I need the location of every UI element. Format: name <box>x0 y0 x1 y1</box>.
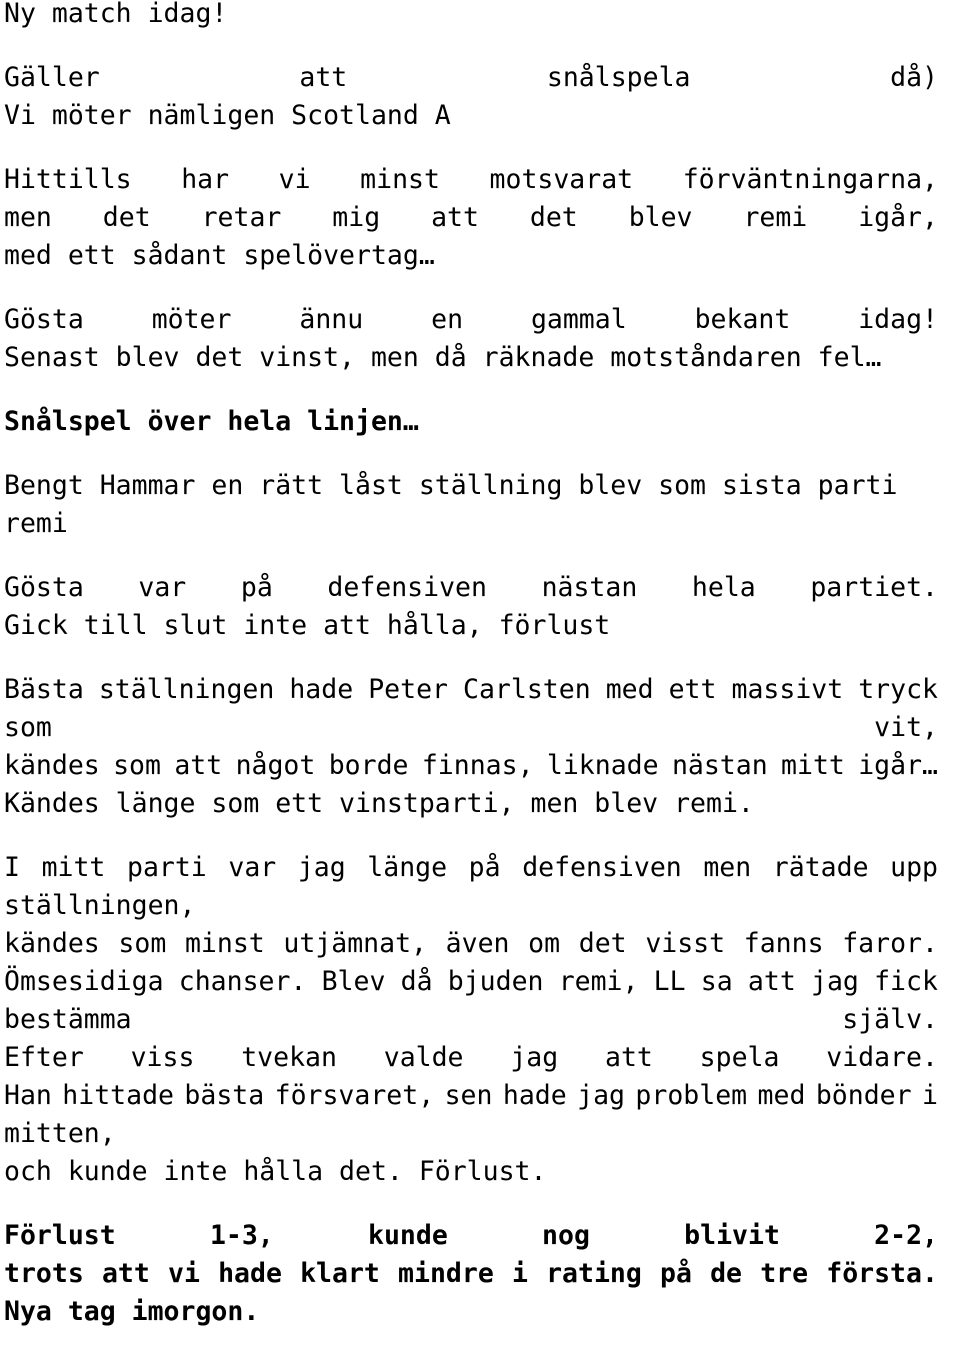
paragraph-b1: Ny match idag! <box>4 0 938 33</box>
paragraph-b10: Förlust 1-3, kunde nog blivit 2-2, trots att vi h… <box>4 1217 938 1331</box>
text-line: med ett sådant spelövertag… <box>4 240 435 271</box>
text-line: Vi möter nämligen Scotland A <box>4 100 451 131</box>
paragraph-b3: Hittills har vi minst motsvarat förväntningar… <box>4 161 938 275</box>
text-line: Bengt Hammar en rätt låst ställning blev… <box>4 470 898 539</box>
text-line: Han hittade bästa försvaret, sen hade jag probl… <box>4 1080 938 1111</box>
paragraph-b2: Gäller att snålspela då) Vi möter nämligen S… <box>4 59 938 135</box>
paragraph-b8: Bästa ställningen hade Peter Carlsten med ett m… <box>4 671 938 823</box>
text-line: Imitt parti var jag länge på defensiven men räta… <box>4 852 938 883</box>
text-line: Senast blev det vinst, men då räknade mo… <box>4 342 882 373</box>
text-line: Hittills har vi minst motsvarat förväntningar… <box>4 164 938 195</box>
text-line: bestämma själv. <box>4 1004 938 1035</box>
text-line: Gäller att snålspela då) <box>4 62 938 93</box>
text-line: kändes som att något borde finnas, liknade näst… <box>4 750 938 781</box>
text-line: Förlust 1-3, kunde nog blivit 2-2, <box>4 1220 938 1251</box>
text-line: Gick till slut inte att hålla, förlust <box>4 610 611 641</box>
paragraph-b9: Imitt parti var jag länge på defensiven men räta… <box>4 849 938 1191</box>
text-line: Gösta var på defensiven nästan hela partiet. <box>4 572 938 603</box>
text-line: ställningen, <box>4 890 196 921</box>
paragraph-b5: Snålspel över hela linjen… <box>4 403 938 441</box>
text-line: Ny match idag! <box>4 0 228 29</box>
text-line: Ömsesidiga chanser. Blev då bjuden remi, LL sa a… <box>4 966 938 997</box>
text-line: som vit, <box>4 712 938 743</box>
text-line: Kändes länge som ett vinstparti, men ble… <box>4 788 754 819</box>
text-line: och kunde inte hålla det. Förlust. <box>4 1156 547 1187</box>
text-line: men det retar mig att det blev remi igår, <box>4 202 938 233</box>
text-line: trots att vi hade klart mindre i rating på de tre f… <box>4 1258 938 1289</box>
text-line: Efter viss tvekan valde jag att spela vidare. <box>4 1042 938 1073</box>
paragraph-b6: Bengt Hammar en rätt låst ställning blev… <box>4 467 938 543</box>
text-line: kändes som minst utjämnat, även om det visst fan… <box>4 928 938 959</box>
text-line: Gösta möter ännu en gammal bekant idag! <box>4 304 938 335</box>
text-line: Bästa ställningen hade Peter Carlsten med ett m… <box>4 674 938 705</box>
paragraph-b4: Gösta möter ännu en gammal bekant idag! Senast … <box>4 301 938 377</box>
text-line: Nya tag imorgon. <box>4 1296 260 1327</box>
text-line: mitten, <box>4 1118 116 1149</box>
text-line: Snålspel över hela linjen… <box>4 406 419 437</box>
document-page: Ny match idag! Gäller att snålspela då) Vi mö… <box>0 0 960 1357</box>
post-body: Ny match idag! Gäller att snålspela då) Vi mö… <box>4 0 938 1357</box>
paragraph-b7: Gösta var på defensiven nästan hela partiet. Gi… <box>4 569 938 645</box>
